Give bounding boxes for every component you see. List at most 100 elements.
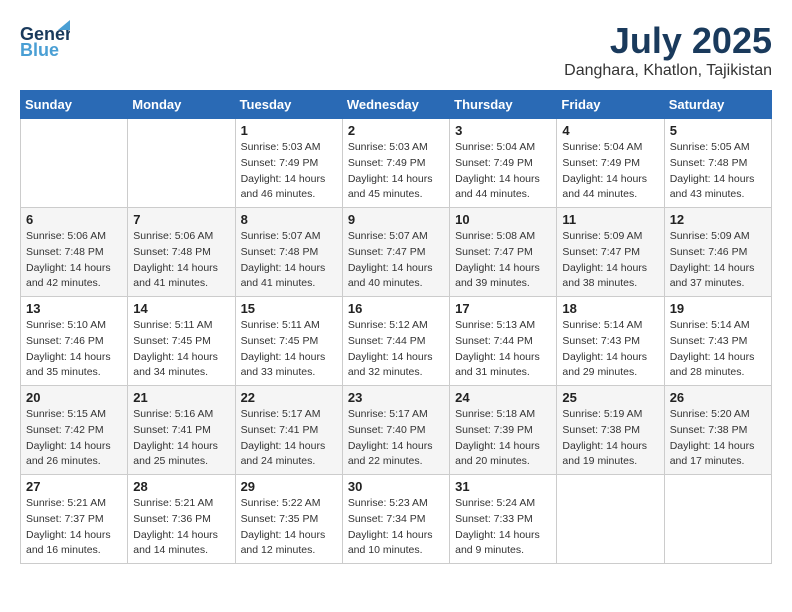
calendar-day-cell (664, 475, 771, 564)
day-number: 8 (241, 212, 337, 227)
day-info: Sunrise: 5:09 AMSunset: 7:47 PMDaylight:… (562, 229, 658, 292)
day-number: 16 (348, 301, 444, 316)
calendar-day-cell: 20 Sunrise: 5:15 AMSunset: 7:42 PMDayligh… (21, 386, 128, 475)
calendar-day-cell: 17 Sunrise: 5:13 AMSunset: 7:44 PMDayligh… (450, 297, 557, 386)
location-title: Danghara, Khatlon, Tajikistan (564, 62, 772, 80)
day-info: Sunrise: 5:11 AMSunset: 7:45 PMDaylight:… (241, 318, 337, 381)
day-number: 24 (455, 390, 551, 405)
day-number: 6 (26, 212, 122, 227)
day-info: Sunrise: 5:06 AMSunset: 7:48 PMDaylight:… (26, 229, 122, 292)
day-number: 19 (670, 301, 766, 316)
day-number: 9 (348, 212, 444, 227)
day-info: Sunrise: 5:13 AMSunset: 7:44 PMDaylight:… (455, 318, 551, 381)
calendar-day-cell: 11 Sunrise: 5:09 AMSunset: 7:47 PMDayligh… (557, 208, 664, 297)
calendar-day-cell: 29Sunrise: 5:22 AMSunset: 7:35 PMDayligh… (235, 475, 342, 564)
day-info: Sunrise: 5:16 AMSunset: 7:41 PMDaylight:… (133, 407, 229, 470)
weekday-header: Friday (557, 91, 664, 119)
calendar-day-cell: 7 Sunrise: 5:06 AMSunset: 7:48 PMDaylight… (128, 208, 235, 297)
day-number: 1 (241, 123, 337, 138)
month-year-title: July 2025 (564, 20, 772, 62)
day-number: 31 (455, 479, 551, 494)
calendar-day-cell (128, 119, 235, 208)
day-info: Sunrise: 5:14 AMSunset: 7:43 PMDaylight:… (562, 318, 658, 381)
day-number: 23 (348, 390, 444, 405)
calendar-day-cell: 26 Sunrise: 5:20 AMSunset: 7:38 PMDayligh… (664, 386, 771, 475)
calendar-week-row: 13 Sunrise: 5:10 AMSunset: 7:46 PMDayligh… (21, 297, 772, 386)
calendar-day-cell: 1 Sunrise: 5:03 AMSunset: 7:49 PMDaylight… (235, 119, 342, 208)
day-number: 17 (455, 301, 551, 316)
day-info: Sunrise: 5:19 AMSunset: 7:38 PMDaylight:… (562, 407, 658, 470)
calendar-day-cell: 2 Sunrise: 5:03 AMSunset: 7:49 PMDaylight… (342, 119, 449, 208)
calendar-day-cell: 14 Sunrise: 5:11 AMSunset: 7:45 PMDayligh… (128, 297, 235, 386)
day-info: Sunrise: 5:18 AMSunset: 7:39 PMDaylight:… (455, 407, 551, 470)
day-number: 25 (562, 390, 658, 405)
day-number: 3 (455, 123, 551, 138)
day-number: 5 (670, 123, 766, 138)
calendar-header-row: SundayMondayTuesdayWednesdayThursdayFrid… (21, 91, 772, 119)
calendar-day-cell: 13 Sunrise: 5:10 AMSunset: 7:46 PMDayligh… (21, 297, 128, 386)
day-info: Sunrise: 5:04 AMSunset: 7:49 PMDaylight:… (455, 140, 551, 203)
day-info: Sunrise: 5:06 AMSunset: 7:48 PMDaylight:… (133, 229, 229, 292)
calendar-week-row: 20 Sunrise: 5:15 AMSunset: 7:42 PMDayligh… (21, 386, 772, 475)
page-header: General Blue July 2025 Danghara, Khatlon… (20, 20, 772, 80)
day-number: 26 (670, 390, 766, 405)
weekday-header: Monday (128, 91, 235, 119)
calendar-day-cell: 21 Sunrise: 5:16 AMSunset: 7:41 PMDayligh… (128, 386, 235, 475)
day-info: Sunrise: 5:07 AMSunset: 7:48 PMDaylight:… (241, 229, 337, 292)
day-number: 15 (241, 301, 337, 316)
calendar-day-cell: 12 Sunrise: 5:09 AMSunset: 7:46 PMDayligh… (664, 208, 771, 297)
day-info: Sunrise: 5:09 AMSunset: 7:46 PMDaylight:… (670, 229, 766, 292)
day-info: Sunrise: 5:03 AMSunset: 7:49 PMDaylight:… (348, 140, 444, 203)
day-info: Sunrise: 5:08 AMSunset: 7:47 PMDaylight:… (455, 229, 551, 292)
calendar-day-cell: 5 Sunrise: 5:05 AMSunset: 7:48 PMDaylight… (664, 119, 771, 208)
day-number: 28 (133, 479, 229, 494)
title-section: July 2025 Danghara, Khatlon, Tajikistan (564, 20, 772, 80)
weekday-header: Sunday (21, 91, 128, 119)
day-number: 11 (562, 212, 658, 227)
day-number: 10 (455, 212, 551, 227)
calendar-day-cell: 16 Sunrise: 5:12 AMSunset: 7:44 PMDayligh… (342, 297, 449, 386)
day-info: Sunrise: 5:12 AMSunset: 7:44 PMDaylight:… (348, 318, 444, 381)
calendar-day-cell (21, 119, 128, 208)
day-info: Sunrise: 5:21 AMSunset: 7:36 PMDaylight:… (133, 496, 229, 559)
calendar-day-cell: 28 Sunrise: 5:21 AMSunset: 7:36 PMDayligh… (128, 475, 235, 564)
day-number: 14 (133, 301, 229, 316)
day-info: Sunrise: 5:15 AMSunset: 7:42 PMDaylight:… (26, 407, 122, 470)
calendar-day-cell: 24 Sunrise: 5:18 AMSunset: 7:39 PMDayligh… (450, 386, 557, 475)
day-info: Sunrise: 5:04 AMSunset: 7:49 PMDaylight:… (562, 140, 658, 203)
calendar-day-cell (557, 475, 664, 564)
day-info: Sunrise: 5:14 AMSunset: 7:43 PMDaylight:… (670, 318, 766, 381)
day-info: Sunrise: 5:17 AMSunset: 7:41 PMDaylight:… (241, 407, 337, 470)
day-number: 21 (133, 390, 229, 405)
calendar-week-row: 27Sunrise: 5:21 AMSunset: 7:37 PMDayligh… (21, 475, 772, 564)
calendar-day-cell: 19 Sunrise: 5:14 AMSunset: 7:43 PMDayligh… (664, 297, 771, 386)
day-number: 20 (26, 390, 122, 405)
day-number: 30 (348, 479, 444, 494)
day-number: 12 (670, 212, 766, 227)
calendar-day-cell: 8 Sunrise: 5:07 AMSunset: 7:48 PMDaylight… (235, 208, 342, 297)
day-info: Sunrise: 5:20 AMSunset: 7:38 PMDaylight:… (670, 407, 766, 470)
day-info: Sunrise: 5:05 AMSunset: 7:48 PMDaylight:… (670, 140, 766, 203)
day-number: 4 (562, 123, 658, 138)
day-number: 7 (133, 212, 229, 227)
calendar-day-cell: 15 Sunrise: 5:11 AMSunset: 7:45 PMDayligh… (235, 297, 342, 386)
calendar-day-cell: 10 Sunrise: 5:08 AMSunset: 7:47 PMDayligh… (450, 208, 557, 297)
logo: General Blue (20, 20, 70, 65)
weekday-header: Tuesday (235, 91, 342, 119)
day-info: Sunrise: 5:24 AMSunset: 7:33 PMDaylight:… (455, 496, 551, 559)
day-number: 13 (26, 301, 122, 316)
calendar-day-cell: 18Sunrise: 5:14 AMSunset: 7:43 PMDayligh… (557, 297, 664, 386)
calendar-day-cell: 9 Sunrise: 5:07 AMSunset: 7:47 PMDaylight… (342, 208, 449, 297)
calendar-table: SundayMondayTuesdayWednesdayThursdayFrid… (20, 90, 772, 564)
day-info: Sunrise: 5:03 AMSunset: 7:49 PMDaylight:… (241, 140, 337, 203)
day-info: Sunrise: 5:07 AMSunset: 7:47 PMDaylight:… (348, 229, 444, 292)
day-info: Sunrise: 5:10 AMSunset: 7:46 PMDaylight:… (26, 318, 122, 381)
weekday-header: Thursday (450, 91, 557, 119)
day-info: Sunrise: 5:22 AMSunset: 7:35 PMDaylight:… (241, 496, 337, 559)
day-number: 2 (348, 123, 444, 138)
day-number: 22 (241, 390, 337, 405)
calendar-day-cell: 6 Sunrise: 5:06 AMSunset: 7:48 PMDaylight… (21, 208, 128, 297)
day-info: Sunrise: 5:11 AMSunset: 7:45 PMDaylight:… (133, 318, 229, 381)
calendar-day-cell: 27Sunrise: 5:21 AMSunset: 7:37 PMDayligh… (21, 475, 128, 564)
calendar-day-cell: 4 Sunrise: 5:04 AMSunset: 7:49 PMDaylight… (557, 119, 664, 208)
